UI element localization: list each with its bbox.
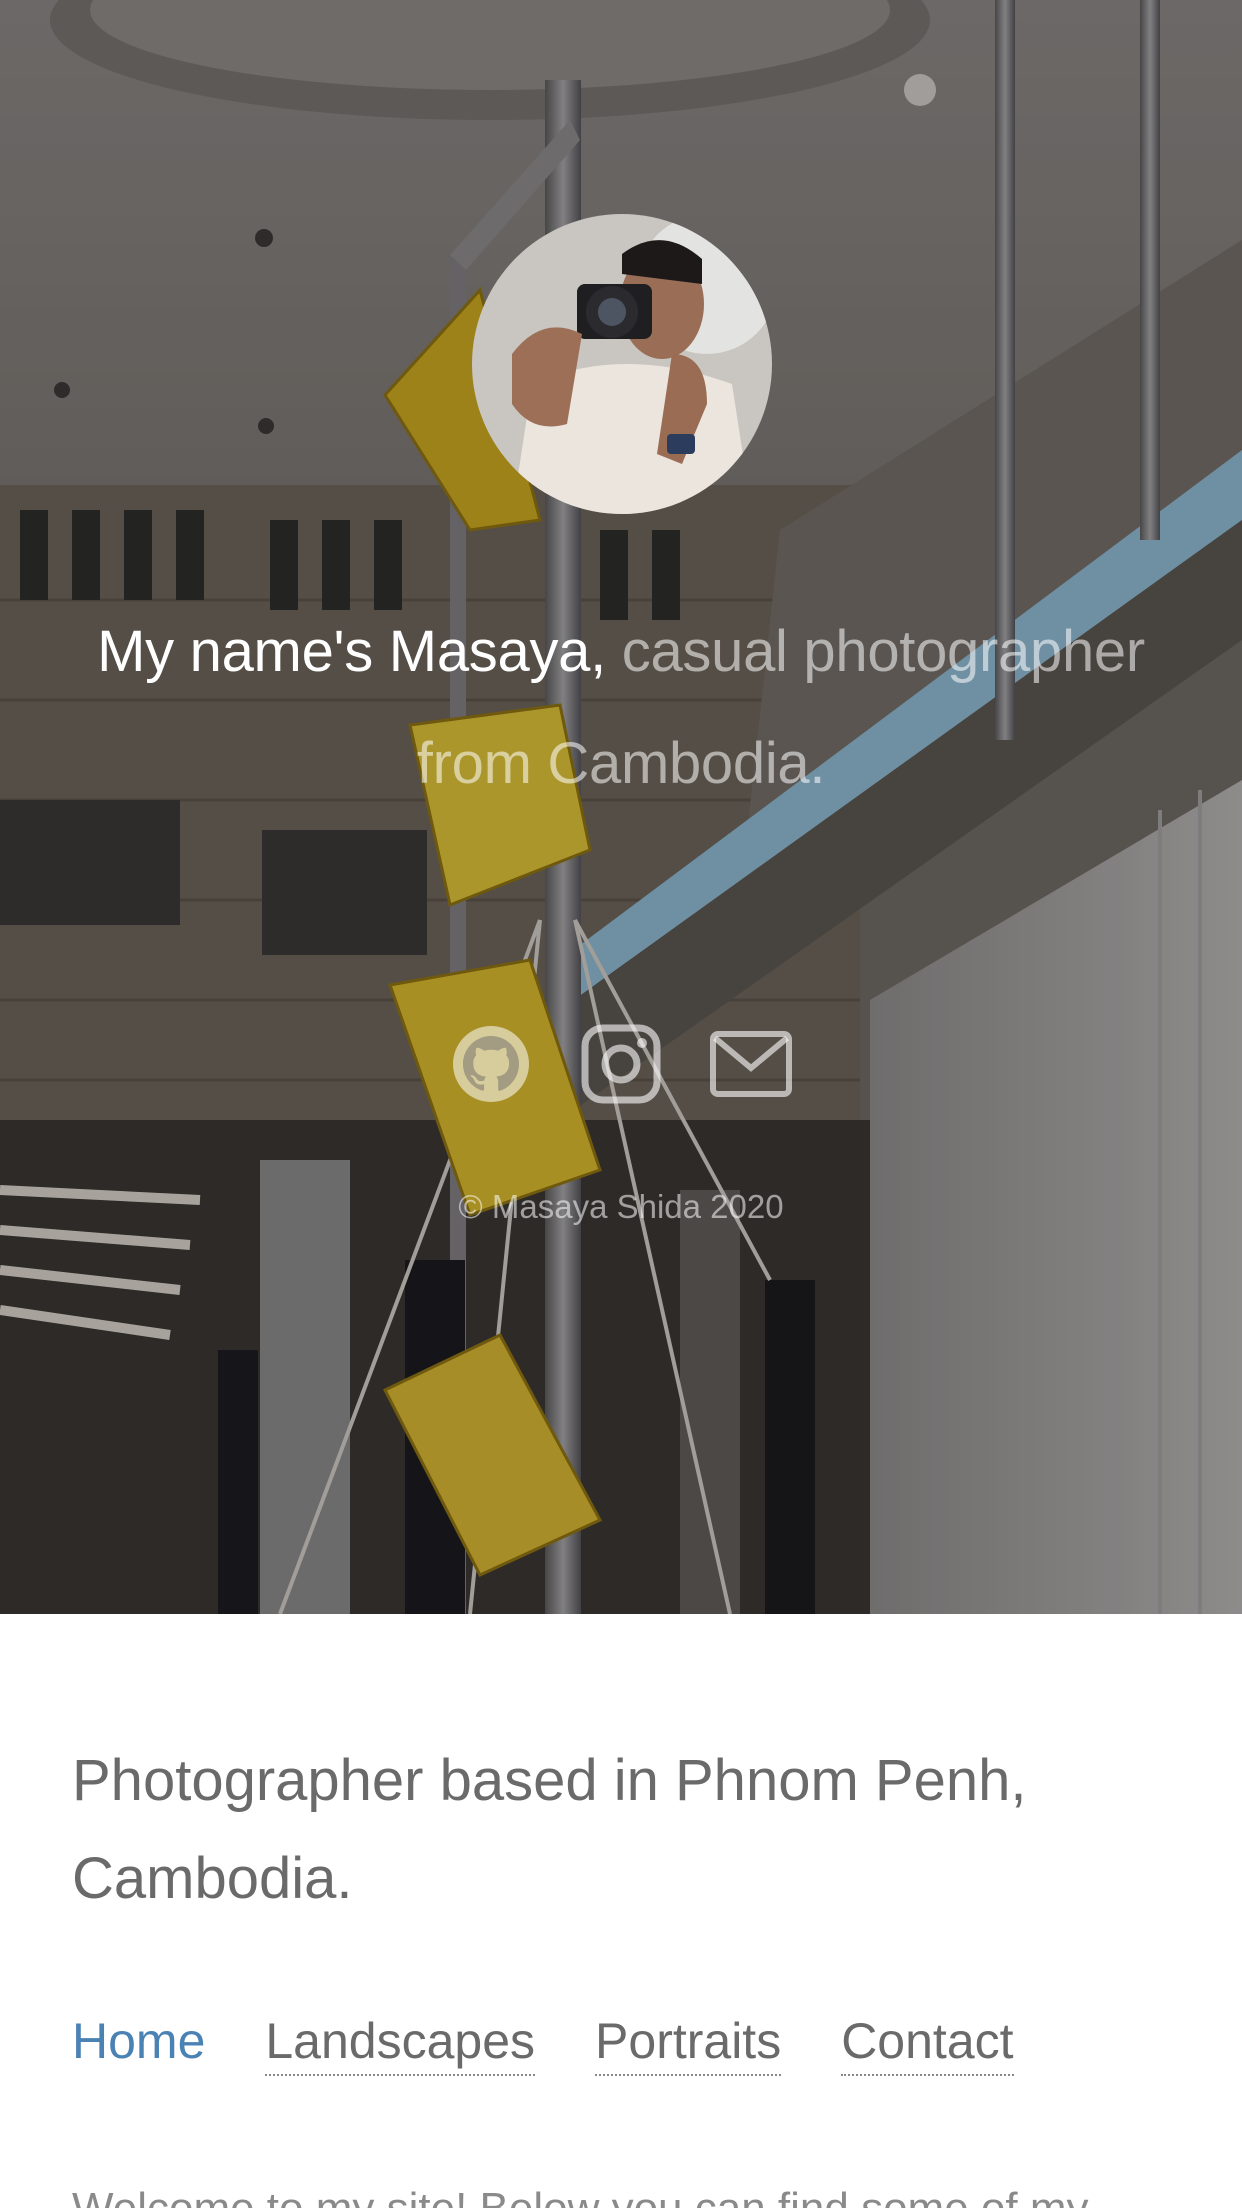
- instagram-icon[interactable]: [579, 1022, 663, 1106]
- hero-section: My name's Masaya, casual photographer fr…: [0, 0, 1242, 1614]
- nav-landscapes[interactable]: Landscapes: [265, 2012, 536, 2076]
- page-tagline: Photographer based in Phnom Penh, Cambod…: [72, 1748, 1027, 1911]
- nav-home[interactable]: Home: [72, 2012, 205, 2076]
- social-links: [0, 1022, 1242, 1106]
- github-icon[interactable]: [449, 1022, 533, 1106]
- main-nav: Home Landscapes Portraits Contact: [72, 2012, 1170, 2076]
- profile-avatar: [472, 214, 772, 514]
- nav-portraits[interactable]: Portraits: [595, 2012, 782, 2076]
- mail-icon[interactable]: [709, 1022, 793, 1106]
- nav-contact[interactable]: Contact: [841, 2012, 1014, 2076]
- intro-highlight: My name's Masaya,: [97, 619, 606, 684]
- intro-dim-line-2: from Cambodia.: [416, 731, 826, 796]
- main-content: Photographer based in Phnom Penh, Cambod…: [72, 1614, 1170, 2208]
- intro-dim-line-1: casual photographer: [621, 619, 1145, 684]
- page: My name's Masaya, casual photographer fr…: [0, 0, 1242, 2208]
- intro-text: My name's Masaya, casual photographer fr…: [40, 596, 1202, 820]
- welcome-text: Welcome to my site! Below you can find s…: [72, 2184, 1170, 2208]
- copyright-text: © Masaya Shida 2020: [458, 1188, 784, 1225]
